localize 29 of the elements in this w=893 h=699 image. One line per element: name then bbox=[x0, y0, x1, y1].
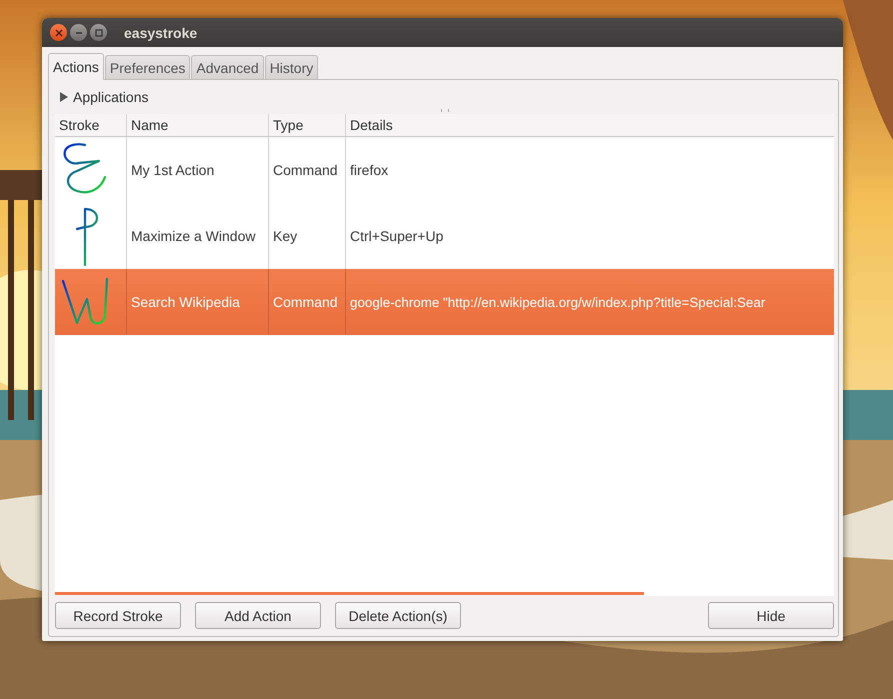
action-button[interactable]: Delete Action(s) bbox=[335, 602, 461, 629]
minimize-icon[interactable] bbox=[70, 24, 87, 41]
window-title: easystroke bbox=[124, 24, 198, 40]
table-cell: Ctrl+Super+Up bbox=[350, 228, 444, 244]
table-cell: Command bbox=[273, 162, 338, 178]
tab[interactable]: Advanced bbox=[191, 55, 264, 79]
table-cell: Key bbox=[273, 228, 298, 244]
column-header[interactable]: Type bbox=[269, 114, 346, 136]
table-cell: google-chrome "http://en.wikipedia.org/w/index.php?title=Special:Sear bbox=[350, 294, 766, 310]
triangle-icon bbox=[59, 92, 68, 102]
hide-button[interactable]: Hide bbox=[708, 602, 834, 629]
table-row[interactable]: My 1st Action Command firefox bbox=[55, 137, 834, 203]
maximize-icon[interactable] bbox=[90, 24, 107, 41]
table-cell: Command bbox=[273, 294, 338, 310]
column-header[interactable]: Details bbox=[346, 114, 834, 136]
close-icon[interactable] bbox=[50, 24, 67, 41]
tab[interactable]: History bbox=[264, 55, 318, 79]
column-header[interactable]: Stroke bbox=[55, 114, 127, 136]
table-cell: firefox bbox=[350, 162, 388, 178]
action-button[interactable]: Record Stroke bbox=[55, 602, 181, 629]
table-cell: Maximize a Window bbox=[131, 228, 256, 244]
tab[interactable]: Actions bbox=[48, 53, 104, 80]
action-button[interactable]: Add Action bbox=[195, 602, 321, 629]
table-cell: My 1st Action bbox=[131, 162, 214, 178]
column-header[interactable]: Name bbox=[127, 114, 269, 136]
expander[interactable]: Applications bbox=[55, 89, 152, 105]
tab[interactable]: Preferences bbox=[104, 55, 190, 79]
table-cell: Search Wikipedia bbox=[131, 294, 240, 310]
scrollbar-thumb[interactable] bbox=[55, 592, 644, 595]
